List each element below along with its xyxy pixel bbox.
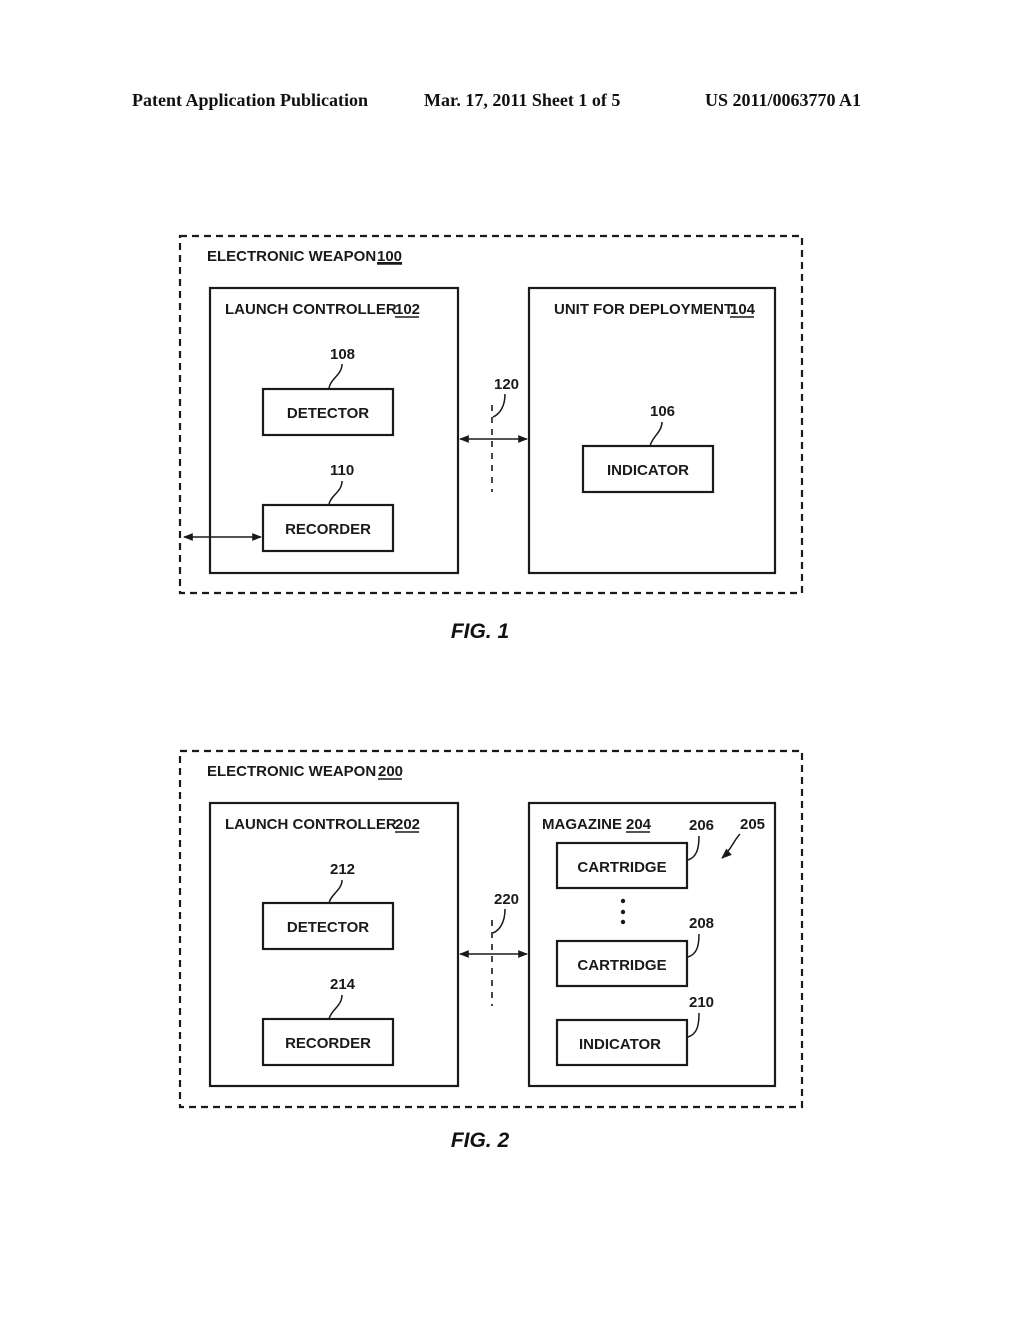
interface-leader-line [492, 908, 506, 934]
ellipsis-dot [620, 909, 626, 915]
magazine-ref: 204 [626, 816, 652, 833]
figure-1-caption: FIG. 1 [451, 620, 509, 643]
cartridge-2-label: CARTRIDGE [577, 957, 666, 974]
cartridge-group-arrow [721, 833, 741, 859]
cartridge-2-leader-line [687, 933, 700, 958]
electronic-weapon-label: ELECTRONIC WEAPON [207, 763, 376, 780]
patent-drawing: ELECTRONIC WEAPON 100 LAUNCH CONTROLLER … [178, 234, 804, 1152]
unit-for-deployment-ref: 104 [730, 301, 756, 318]
detector-ref: 108 [330, 346, 355, 363]
cartridge-1-ref: 206 [689, 817, 714, 834]
figure-2-caption: FIG. 2 [451, 1129, 510, 1152]
recorder-ref: 110 [330, 462, 354, 479]
cartridge-2-ref: 208 [689, 915, 714, 932]
electronic-weapon-ref: 200 [378, 763, 403, 780]
launch-controller-label: LAUNCH CONTROLLER [225, 301, 397, 318]
electronic-weapon-100-boundary [178, 234, 804, 595]
detector-label: DETECTOR [287, 405, 369, 422]
recorder-leader-line [328, 994, 343, 1020]
recorder-label: RECORDER [285, 521, 371, 538]
interface-ref: 220 [494, 891, 519, 908]
recorder-ref: 214 [330, 976, 356, 993]
cartridge-1-leader-line [687, 835, 700, 861]
magazine-label: MAGAZINE [542, 816, 622, 833]
indicator-ref: 106 [650, 403, 675, 420]
indicator-leader-line [649, 421, 663, 447]
cartridge-1-label: CARTRIDGE [577, 859, 666, 876]
indicator-ref: 210 [689, 994, 714, 1011]
electronic-weapon-label: ELECTRONIC WEAPON [207, 248, 376, 265]
indicator-label: INDICATOR [579, 1036, 661, 1053]
cartridge-group-ref: 205 [740, 816, 765, 833]
recorder-leader-line [328, 480, 343, 505]
ellipsis-dot [620, 898, 626, 904]
electronic-weapon-ref: 100 [377, 248, 402, 265]
ellipsis-dot [620, 919, 626, 925]
interface-leader-line [492, 393, 506, 418]
detector-ref: 212 [330, 861, 355, 878]
figure-2: ELECTRONIC WEAPON 200 LAUNCH CONTROLLER … [178, 749, 804, 1152]
detector-leader-line [328, 363, 343, 389]
launch-controller-ref: 202 [395, 816, 420, 833]
detector-leader-line [328, 879, 343, 904]
recorder-label: RECORDER [285, 1035, 371, 1052]
detector-label: DETECTOR [287, 919, 369, 936]
launch-controller-label: LAUNCH CONTROLLER [225, 816, 397, 833]
launch-controller-ref: 102 [395, 301, 420, 318]
unit-for-deployment-104-box [527, 286, 777, 575]
unit-for-deployment-label: UNIT FOR DEPLOYMENT [554, 301, 733, 318]
indicator-leader-line [687, 1012, 700, 1038]
indicator-label: INDICATOR [607, 462, 689, 479]
interface-ref: 120 [494, 376, 519, 393]
figure-1: ELECTRONIC WEAPON 100 LAUNCH CONTROLLER … [178, 234, 804, 643]
